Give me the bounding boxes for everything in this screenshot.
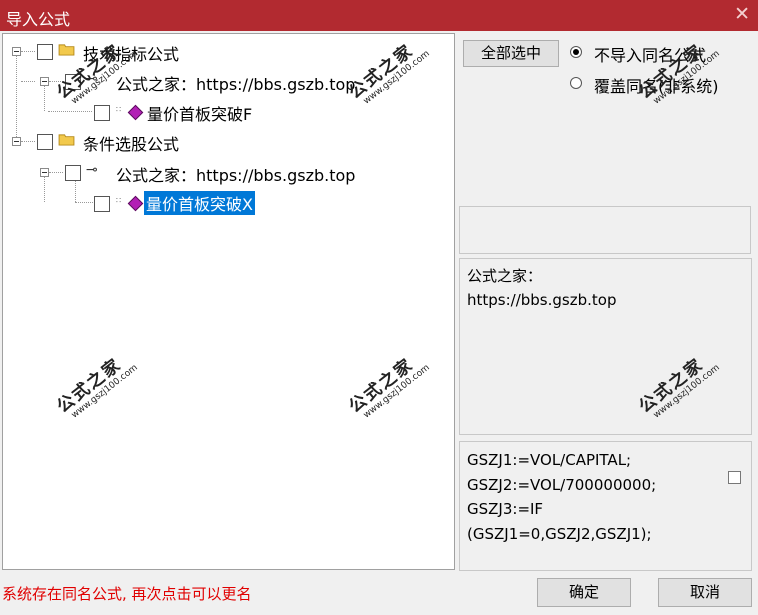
info-line-2: https://bbs.gszb.top [467, 291, 617, 309]
radio-no-import[interactable] [570, 46, 582, 58]
tree-node-label: 条件选股公式 [83, 135, 180, 154]
tree-node-label: 公式之家：https://bbs.gszb.top [116, 166, 356, 185]
window-title: 导入公式 [6, 10, 71, 29]
close-icon[interactable]: ✕ [734, 3, 750, 25]
empty-panel [459, 206, 751, 254]
radio-overwrite-label: 覆盖同名(非系统) [594, 77, 719, 96]
collapse-toggle-icon[interactable] [40, 77, 49, 86]
ok-button[interactable]: 确定 [537, 578, 631, 607]
code-line-1: GSZJ1:=VOL/CAPITAL; [467, 451, 632, 469]
tree-checkbox[interactable] [94, 105, 110, 121]
formula-gem-icon [127, 195, 144, 212]
info-line-1: 公式之家： [467, 267, 543, 285]
formula-gem-icon [127, 104, 144, 121]
tree-node-label-selected: 量价首板突破X [144, 191, 255, 215]
folder-icon [58, 44, 75, 56]
code-line-2: GSZJ2:=VOL/700000000; [467, 476, 657, 494]
tree-node-author-1[interactable]: ⊸ 公式之家：https://bbs.gszb.top [3, 70, 423, 94]
status-message: 系统存在同名公式, 再次点击可以更名 [2, 585, 252, 603]
tree-node-author-2[interactable]: ⊸ 公式之家：https://bbs.gszb.top [3, 161, 423, 185]
radio-overwrite[interactable] [570, 77, 582, 89]
tree-node-formula-f[interactable]: ∷ 量价首板突破F [3, 100, 303, 124]
key-icon: ⊸ [86, 71, 98, 87]
tree-node-label: 公式之家：https://bbs.gszb.top [116, 75, 356, 94]
collapse-toggle-icon[interactable] [40, 168, 49, 177]
info-panel: 公式之家： https://bbs.gszb.top [459, 258, 752, 435]
tree-node-label: 技术指标公式 [83, 45, 180, 64]
key-icon: ⊸ [86, 162, 98, 178]
cancel-button[interactable]: 取消 [658, 578, 752, 607]
code-panel: GSZJ1:=VOL/CAPITAL; GSZJ2:=VOL/700000000… [459, 441, 752, 571]
select-all-button[interactable]: 全部选中 [463, 40, 559, 67]
tree-checkbox[interactable] [37, 134, 53, 150]
collapse-toggle-icon[interactable] [12, 47, 21, 56]
tree-checkbox[interactable] [94, 196, 110, 212]
code-option-checkbox[interactable] [728, 471, 741, 484]
tree-node-label: 量价首板突破F [147, 105, 253, 124]
tree-checkbox[interactable] [65, 165, 81, 181]
formula-dots-icon: ∷ [116, 105, 122, 114]
tree-checkbox[interactable] [65, 74, 81, 90]
radio-no-import-label: 不导入同名公式 [594, 46, 707, 65]
tree-checkbox[interactable] [37, 44, 53, 60]
code-line-4: (GSZJ1=0,GSZJ2,GSZJ1); [467, 525, 652, 543]
collapse-toggle-icon[interactable] [12, 137, 21, 146]
tree-node-stock-selection[interactable]: 条件选股公式 [3, 130, 263, 154]
folder-icon [58, 134, 75, 146]
formula-tree[interactable]: 技术指标公式 ⊸ 公式之家：https://bbs.gszb.top ∷ 量价首… [2, 33, 455, 570]
tree-node-formula-x[interactable]: ∷ 量价首板突破X [3, 191, 303, 215]
code-line-3: GSZJ3:=IF [467, 500, 544, 518]
tree-node-tech-indicators[interactable]: 技术指标公式 [3, 40, 263, 64]
formula-dots-icon: ∷ [116, 196, 122, 205]
title-bar: 导入公式 ✕ [0, 0, 758, 31]
